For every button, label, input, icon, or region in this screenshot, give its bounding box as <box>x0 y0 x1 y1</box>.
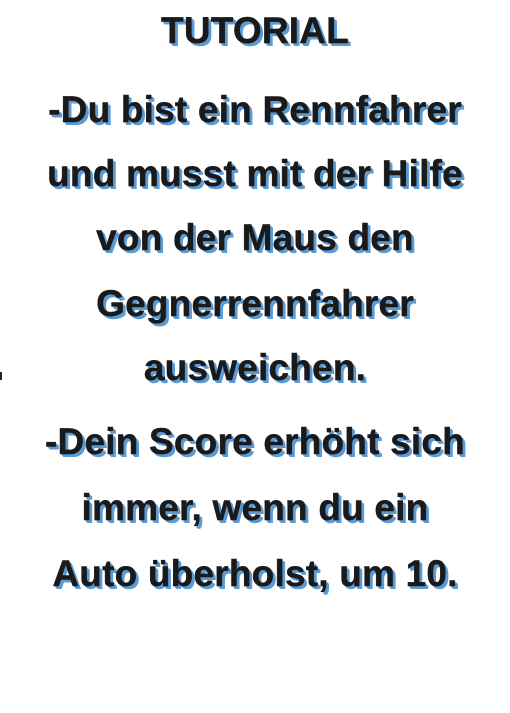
tutorial-line-1: -Du bist ein Rennfahrer <box>48 89 462 130</box>
edge-mark <box>0 372 2 380</box>
tutorial-line-6: -Dein Score erhöht sich <box>45 421 465 462</box>
tutorial-screen: TUTORIAL -Du bist ein Rennfahrer und mus… <box>0 0 510 713</box>
tutorial-line-8: Auto überholst, um 10. <box>52 553 458 594</box>
tutorial-line-3: von der Maus den <box>96 217 414 258</box>
tutorial-title: TUTORIAL <box>161 10 349 51</box>
tutorial-line-7: immer, wenn du ein <box>81 487 429 528</box>
tutorial-line-5: ausweichen. <box>143 347 367 388</box>
tutorial-line-2: und musst mit der Hilfe <box>47 153 463 194</box>
tutorial-line-4: Gegnerrennfahrer <box>96 283 414 324</box>
